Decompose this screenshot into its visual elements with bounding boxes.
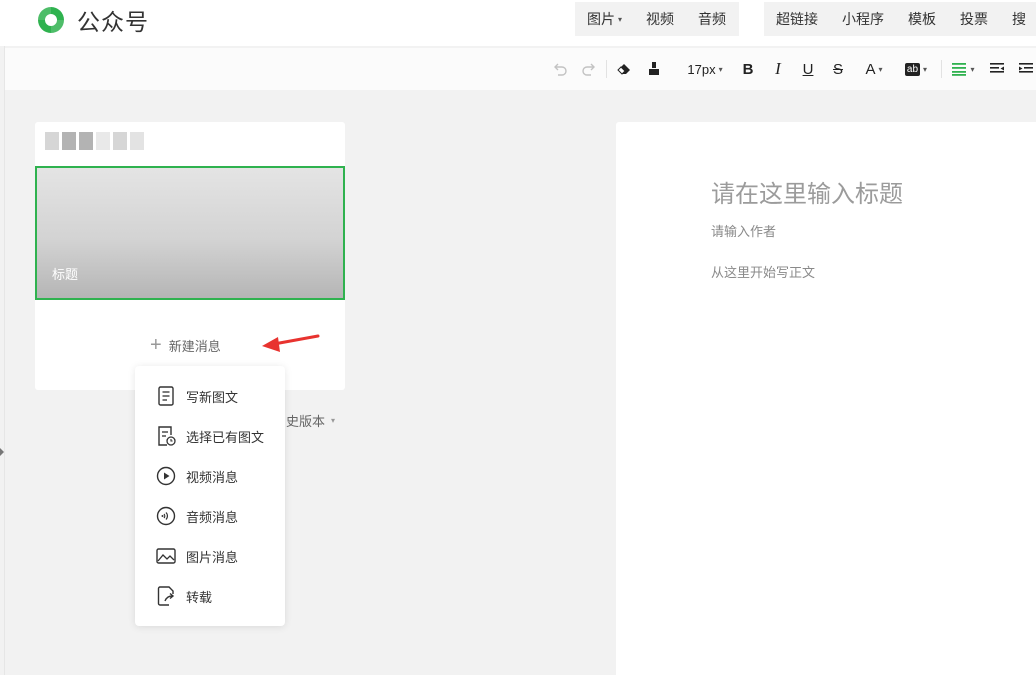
outdent-icon[interactable]: [1016, 56, 1036, 82]
redo-icon[interactable]: [579, 56, 599, 82]
menu-item-label: 选择已有图文: [186, 429, 265, 445]
toolbar-divider: [941, 60, 942, 78]
menu-item-label: 视频消息: [186, 469, 239, 485]
collapse-handle[interactable]: [0, 448, 4, 456]
menu-item-new-article[interactable]: 写新图文: [155, 384, 238, 408]
menu-item-repost[interactable]: 转载: [155, 584, 212, 608]
toolbar-divider: [606, 60, 607, 78]
strikethrough-icon[interactable]: S: [828, 56, 848, 82]
body-editor[interactable]: 从这里开始写正文: [711, 262, 815, 281]
menu-item-audio-message[interactable]: 音频消息: [155, 504, 238, 528]
article-icon: [158, 386, 174, 406]
menu-item-label: 写新图文: [186, 389, 239, 405]
image-icon: [156, 548, 176, 564]
insert-miniprogram-label: 小程序: [842, 11, 884, 27]
top-bar: 公众号 图片 ▾ 视频 音频 超链接 小程序 模板 投票 搜: [0, 0, 1036, 46]
new-message-button[interactable]: + 新建消息: [150, 334, 221, 357]
insert-audio-label: 音频: [698, 11, 727, 27]
feature-insert-group: 超链接 小程序 模板 投票 搜: [764, 2, 1036, 36]
chevron-down-icon: ▾: [970, 64, 975, 74]
underline-icon[interactable]: U: [798, 56, 818, 82]
video-play-icon: [156, 466, 176, 486]
insert-vote-label: 投票: [960, 11, 988, 27]
audio-icon: [156, 506, 176, 526]
annotation-arrow: [262, 334, 320, 352]
insert-video-label: 视频: [646, 11, 675, 27]
logo-text: 公众号: [77, 9, 149, 35]
font-color-icon[interactable]: A ▾: [859, 56, 889, 82]
insert-audio-button[interactable]: 音频: [686, 9, 738, 29]
chevron-down-icon: ▾: [923, 64, 928, 74]
chevron-down-icon: ▾: [331, 416, 336, 425]
menu-item-video-message[interactable]: 视频消息: [155, 464, 238, 488]
insert-image-button[interactable]: 图片 ▾: [575, 9, 634, 29]
font-size-select[interactable]: 17px ▾: [681, 56, 729, 82]
insert-hyperlink-button[interactable]: 超链接: [764, 9, 830, 29]
existing-article-icon: [158, 426, 176, 446]
insert-template-label: 模板: [908, 11, 936, 27]
menu-item-label: 转载: [186, 589, 213, 605]
align-icon[interactable]: ▾: [947, 56, 979, 82]
menu-item-image-message[interactable]: 图片消息: [155, 544, 238, 568]
insert-image-label: 图片: [587, 11, 615, 27]
new-message-label: 新建消息: [168, 339, 221, 354]
article-cover[interactable]: 标题: [35, 166, 345, 300]
font-size-value: 17px: [687, 61, 716, 77]
insert-miniprogram-button[interactable]: 小程序: [830, 9, 896, 29]
menu-item-label: 音频消息: [186, 509, 239, 525]
repost-icon: [157, 586, 175, 606]
plus-icon: +: [150, 334, 162, 356]
indent-icon[interactable]: [987, 56, 1007, 82]
logo: 公众号: [34, 4, 149, 36]
history-version-button[interactable]: 史版本 ▾: [286, 411, 335, 430]
insert-vote-button[interactable]: 投票: [948, 9, 1000, 29]
menu-item-label: 图片消息: [186, 549, 239, 565]
menu-item-existing-article[interactable]: 选择已有图文: [155, 424, 264, 448]
italic-icon[interactable]: I: [768, 56, 788, 82]
editor-toolbar: 17px ▾ B I U S A ▾ ab ▾ ▾: [5, 48, 1036, 90]
insert-search-label: 搜: [1012, 11, 1026, 27]
author-input[interactable]: 请输入作者: [711, 221, 776, 240]
format-brush-icon[interactable]: [644, 56, 664, 82]
insert-search-button[interactable]: 搜: [1000, 9, 1036, 29]
cover-title: 标题: [52, 267, 79, 282]
left-border: [4, 0, 5, 675]
wechat-mp-logo-icon: [34, 4, 68, 36]
insert-template-button[interactable]: 模板: [896, 9, 948, 29]
background-color-icon[interactable]: ab ▾: [899, 56, 933, 82]
eraser-icon[interactable]: [614, 56, 634, 82]
article-editor: 请在这里输入标题 请输入作者 从这里开始写正文: [616, 122, 1036, 675]
new-message-menu: 写新图文 选择已有图文 视频消息 音频消息 图片消息 转载: [135, 366, 285, 626]
chevron-down-icon: ▾: [618, 14, 623, 24]
insert-video-button[interactable]: 视频: [634, 9, 686, 29]
undo-icon[interactable]: [550, 56, 570, 82]
insert-hyperlink-label: 超链接: [776, 11, 818, 27]
bold-icon[interactable]: B: [738, 56, 758, 82]
account-name-blurred: [45, 132, 144, 150]
chevron-down-icon: ▾: [718, 64, 723, 74]
media-insert-group: 图片 ▾ 视频 音频: [575, 2, 739, 36]
history-version-label: 史版本: [286, 414, 326, 429]
title-input[interactable]: 请在这里输入标题: [711, 174, 903, 209]
chevron-down-icon: ▾: [878, 64, 883, 74]
